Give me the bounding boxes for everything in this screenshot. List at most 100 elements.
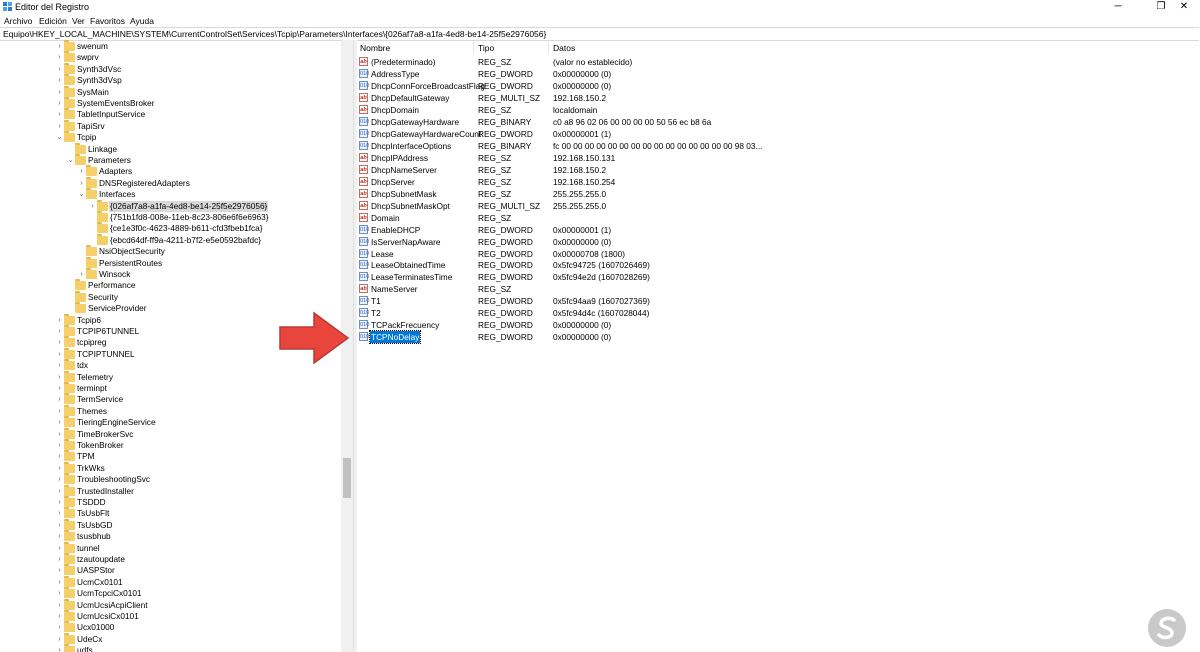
tree-item-label[interactable]: NsiObjectSecurity: [98, 246, 166, 257]
value-row[interactable]: ab DhcpSubnetMask REG_SZ 255.255.255.0: [357, 188, 1200, 200]
expand-chevron-icon[interactable]: ›: [55, 326, 64, 337]
expand-chevron-icon[interactable]: ›: [55, 75, 64, 86]
collapse-chevron-icon[interactable]: ⌄: [55, 132, 64, 143]
expand-chevron-icon[interactable]: ›: [55, 372, 64, 383]
expand-chevron-icon[interactable]: ›: [55, 87, 64, 98]
value-row[interactable]: ab DhcpNameServer REG_SZ 192.168.150.2: [357, 164, 1200, 176]
tree-item-label[interactable]: Performance: [87, 280, 137, 291]
collapse-chevron-icon[interactable]: ⌄: [77, 189, 86, 200]
value-row[interactable]: 010 DhcpGatewayHardwareCount REG_DWORD 0x00…: [357, 128, 1200, 140]
expand-chevron-icon[interactable]: ›: [55, 315, 64, 326]
expand-chevron-icon[interactable]: ›: [55, 611, 64, 622]
tree-item-label[interactable]: DNSRegisteredAdapters: [98, 178, 191, 189]
column-header-type[interactable]: Tipo: [478, 43, 494, 53]
tree-item-label[interactable]: TieringEngineService: [76, 417, 157, 428]
collapse-chevron-icon[interactable]: ⌄: [66, 155, 75, 166]
expand-chevron-icon[interactable]: ›: [55, 600, 64, 611]
tree-item-label[interactable]: UASPStor: [76, 565, 116, 576]
value-row[interactable]: ab DhcpServer REG_SZ 192.168.150.254: [357, 176, 1200, 188]
close-button[interactable]: ✕: [1168, 0, 1200, 14]
value-row[interactable]: ab NameServer REG_SZ: [357, 283, 1200, 295]
column-header-data[interactable]: Datos: [553, 43, 575, 53]
tree-item-label[interactable]: Interfaces: [98, 189, 136, 200]
menu-archivo[interactable]: Archivo: [4, 16, 32, 26]
expand-chevron-icon[interactable]: ›: [55, 463, 64, 474]
tree-item-label[interactable]: TPM: [76, 451, 96, 462]
tree-item-label[interactable]: Synth3dVsc: [76, 64, 122, 75]
tree-item-label[interactable]: {026af7a8-a1fa-4ed8-be14-25f5e2976056}: [109, 200, 269, 212]
tree-item-label[interactable]: {ce1e3f0c-4623-4889-b611-cfd3fbeb1fca}: [109, 223, 264, 234]
tree-item-label[interactable]: TCPIP6TUNNEL: [76, 326, 140, 337]
expand-chevron-icon[interactable]: ›: [55, 531, 64, 542]
minimize-button[interactable]: ─: [1102, 0, 1134, 14]
value-row[interactable]: ab (Predeterminado) REG_SZ (valor no establ…: [357, 56, 1200, 68]
tree-item-label[interactable]: Tcpip: [76, 132, 97, 143]
expand-chevron-icon[interactable]: ›: [55, 383, 64, 394]
tree-item-label[interactable]: UcmTcpciCx0101: [76, 588, 143, 599]
value-row[interactable]: 010 AddressType REG_DWORD 0x00000000 (0): [357, 68, 1200, 80]
tree-item-label[interactable]: TabletInputService: [76, 109, 146, 120]
value-row[interactable]: 010 TCPNoDelay REG_DWORD 0x00000000 (0): [357, 330, 1200, 345]
expand-chevron-icon[interactable]: ›: [55, 520, 64, 531]
tree-item-label[interactable]: TimeBrokerSvc: [76, 429, 134, 440]
tree-item-label[interactable]: Security: [87, 292, 119, 303]
expand-chevron-icon[interactable]: ›: [55, 417, 64, 428]
tree-item-label[interactable]: UcmCx0101: [76, 577, 124, 588]
menu-favoritos[interactable]: Favoritos: [90, 16, 125, 26]
expand-chevron-icon[interactable]: ›: [55, 109, 64, 120]
expand-chevron-icon[interactable]: ›: [55, 394, 64, 405]
tree-item-label[interactable]: ServiceProvider: [87, 303, 148, 314]
tree-scrollbar-thumb[interactable]: [343, 458, 351, 498]
expand-chevron-icon[interactable]: ›: [55, 645, 64, 652]
value-row[interactable]: 010 Lease REG_DWORD 0x00000708 (1800): [357, 248, 1200, 260]
expand-chevron-icon[interactable]: ›: [55, 406, 64, 417]
menu-ayuda[interactable]: Ayuda: [130, 16, 154, 26]
tree-item-label[interactable]: UcmUcsiAcpiClient: [76, 600, 149, 611]
expand-chevron-icon[interactable]: ›: [55, 543, 64, 554]
expand-chevron-icon[interactable]: ›: [55, 337, 64, 348]
expand-chevron-icon[interactable]: ›: [77, 269, 86, 280]
tree-item-label[interactable]: tzautoupdate: [76, 554, 126, 565]
expand-chevron-icon[interactable]: ›: [55, 474, 64, 485]
tree-item-label[interactable]: SystemEventsBroker: [76, 98, 155, 109]
column-separator[interactable]: [473, 40, 474, 54]
expand-chevron-icon[interactable]: ›: [55, 429, 64, 440]
tree-item-label[interactable]: TroubleshootingSvc: [76, 474, 151, 485]
tree-item-label[interactable]: tunnel: [76, 543, 101, 554]
tree-item-label[interactable]: SysMain: [76, 87, 110, 98]
expand-chevron-icon[interactable]: ›: [55, 554, 64, 565]
tree-item-label[interactable]: tcpipreg: [76, 337, 108, 348]
expand-chevron-icon[interactable]: ›: [55, 52, 64, 63]
column-header-name[interactable]: Nombre: [360, 43, 390, 53]
expand-chevron-icon[interactable]: ›: [55, 349, 64, 360]
tree-item-label[interactable]: {ebcd64df-ff9a-4211-b7f2-e5e0592bafdc}: [109, 235, 262, 246]
expand-chevron-icon[interactable]: ›: [55, 98, 64, 109]
tree-item-label[interactable]: Tcpip6: [76, 315, 102, 326]
column-separator[interactable]: [548, 40, 549, 54]
expand-chevron-icon[interactable]: ›: [55, 622, 64, 633]
expand-chevron-icon[interactable]: ›: [55, 451, 64, 462]
value-row[interactable]: ab DhcpDefaultGateway REG_MULTI_SZ 192.168.…: [357, 92, 1200, 104]
expand-chevron-icon[interactable]: ›: [55, 634, 64, 645]
expand-chevron-icon[interactable]: ›: [55, 360, 64, 371]
tree-item-label[interactable]: Linkage: [87, 144, 118, 155]
value-row[interactable]: 010 LeaseTerminatesTime REG_DWORD 0x5fc94e2…: [357, 271, 1200, 283]
value-row[interactable]: 010 DhcpConnForceBroadcastFlag REG_DWORD 0x…: [357, 80, 1200, 92]
tree-item-label[interactable]: Ucx01000: [76, 622, 115, 633]
menu-ver[interactable]: Ver: [72, 16, 85, 26]
address-bar[interactable]: Equipo\HKEY_LOCAL_MACHINE\SYSTEM\Current…: [0, 27, 1199, 41]
expand-chevron-icon[interactable]: ›: [55, 577, 64, 588]
tree-item-label[interactable]: TCPIPTUNNEL: [76, 349, 136, 360]
tree-item-label[interactable]: UdeCx: [76, 634, 103, 645]
tree-item-label[interactable]: UcmUcsiCx0101: [76, 611, 140, 622]
tree-item-label[interactable]: tdx: [76, 360, 89, 371]
tree-item-label[interactable]: udfs: [76, 645, 94, 652]
expand-chevron-icon[interactable]: ›: [55, 508, 64, 519]
expand-chevron-icon[interactable]: ›: [55, 440, 64, 451]
value-row[interactable]: 010 DhcpInterfaceOptions REG_BINARY fc 00 0…: [357, 140, 1200, 152]
value-row[interactable]: ab DhcpDomain REG_SZ localdomain: [357, 104, 1200, 116]
value-row[interactable]: 010 T1 REG_DWORD 0x5fc94aa9 (1607027369): [357, 295, 1200, 307]
tree-item-label[interactable]: TapiSrv: [76, 121, 106, 132]
tree-item-label[interactable]: PersistentRoutes: [98, 258, 163, 269]
value-row[interactable]: 010 EnableDHCP REG_DWORD 0x00000001 (1): [357, 224, 1200, 236]
